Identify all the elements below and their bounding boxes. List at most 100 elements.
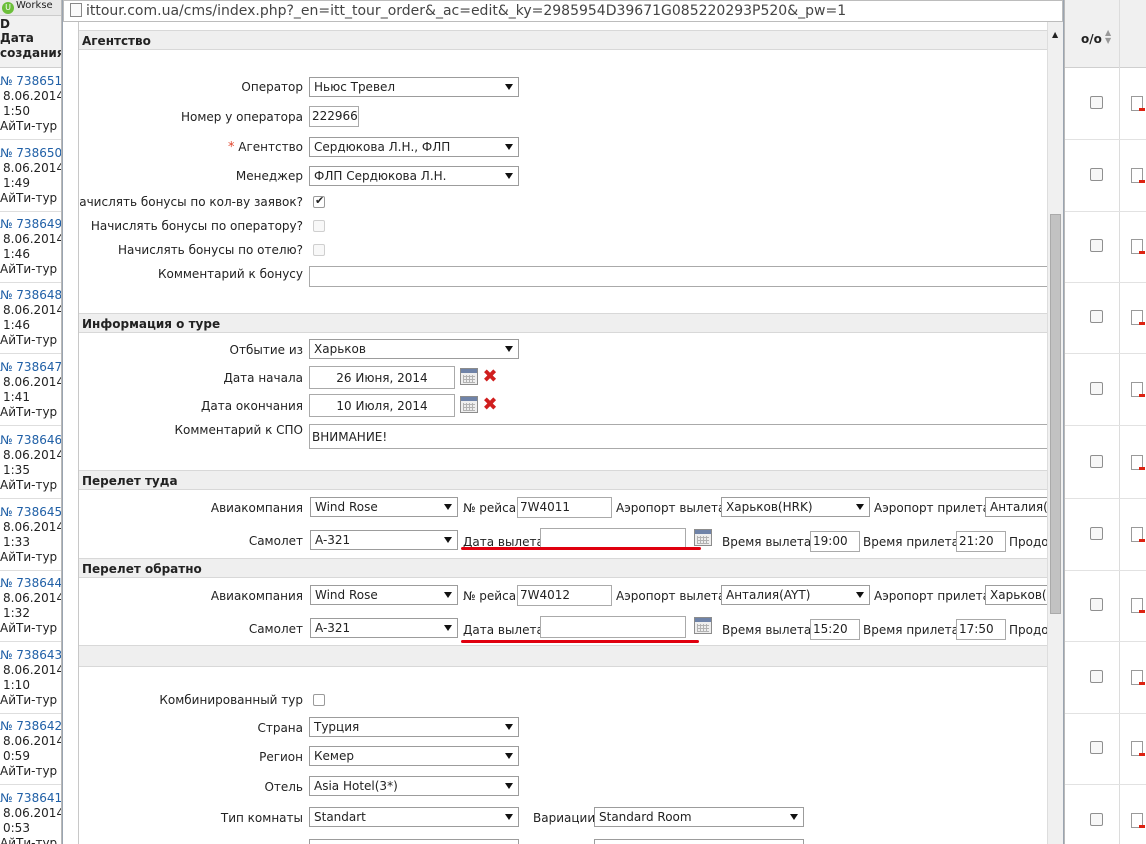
list-item[interactable]: № 738646 8.06.2014 1:35 АйТи-тур xyxy=(0,427,61,499)
order-number-link[interactable]: № 738643 xyxy=(0,648,61,663)
column-header-created[interactable]: D Дата создания xyxy=(0,16,61,68)
row-checkbox[interactable] xyxy=(1090,455,1103,468)
arrival-airport-select[interactable]: Харьков(H xyxy=(985,585,1047,605)
calendar-icon[interactable] xyxy=(460,396,478,413)
row-checkbox[interactable] xyxy=(1090,741,1103,754)
document-pdf-icon[interactable] xyxy=(1131,813,1145,828)
bonus-requests-checkbox[interactable] xyxy=(313,194,325,208)
list-item[interactable]: № 738641 8.06.2014 0:53 АйТи-тур xyxy=(0,785,61,844)
region-select[interactable]: Кемер xyxy=(309,746,519,766)
variations-select[interactable]: Standard Room xyxy=(594,807,804,827)
country-select[interactable]: Турция xyxy=(309,717,519,737)
departure-date-input[interactable] xyxy=(540,616,686,638)
document-pdf-icon[interactable] xyxy=(1131,239,1145,254)
document-pdf-icon[interactable] xyxy=(1131,96,1145,111)
spo-comment-input[interactable]: ВНИМАНИЕ! xyxy=(309,424,1047,449)
document-pdf-icon[interactable] xyxy=(1131,741,1145,756)
next-row-select[interactable] xyxy=(309,839,519,844)
start-date-input[interactable]: 26 Июня, 2014 xyxy=(309,366,455,389)
flight-number-input[interactable]: 7W4011 xyxy=(517,497,612,518)
order-number-link[interactable]: № 738648 xyxy=(0,288,61,303)
clear-date-icon[interactable]: ✖ xyxy=(481,368,499,386)
row-checkbox[interactable] xyxy=(1090,239,1103,252)
flight-number-input[interactable]: 7W4012 xyxy=(517,585,612,606)
order-number-link[interactable]: № 738651 xyxy=(0,74,61,89)
arrival-airport-value: Харьков(H xyxy=(990,588,1047,602)
page-icon xyxy=(70,3,82,17)
airline-select[interactable]: Wind Rose xyxy=(310,585,458,605)
bonus-hotel-checkbox[interactable] xyxy=(313,244,325,256)
workspace-tab[interactable]: U Workse xyxy=(0,0,61,16)
row-checkbox[interactable] xyxy=(1090,527,1103,540)
hotel-select[interactable]: Asia Hotel(3*) xyxy=(309,776,519,796)
list-item[interactable]: № 738644 8.06.2014 1:32 АйТи-тур xyxy=(0,570,61,642)
manager-value: ФЛП Сердюкова Л.Н. xyxy=(314,169,447,183)
next-row-select[interactable] xyxy=(594,839,804,844)
order-date: 8.06.2014 xyxy=(3,303,62,317)
scrollbar-thumb[interactable] xyxy=(1050,214,1061,614)
clear-date-icon[interactable]: ✖ xyxy=(481,396,499,414)
row-checkbox[interactable] xyxy=(1090,670,1103,683)
document-pdf-icon[interactable] xyxy=(1131,598,1145,613)
list-item[interactable]: № 738645 8.06.2014 1:33 АйТи-тур xyxy=(0,499,61,571)
row-checkbox[interactable] xyxy=(1090,310,1103,323)
room-type-select[interactable]: Standart xyxy=(309,807,519,827)
plane-select[interactable]: A-321 xyxy=(310,530,458,550)
airline-select[interactable]: Wind Rose xyxy=(310,497,458,517)
document-pdf-icon[interactable] xyxy=(1131,455,1145,470)
row-checkbox[interactable] xyxy=(1090,168,1103,181)
order-number-link[interactable]: № 738644 xyxy=(0,576,61,591)
order-number-link[interactable]: № 738645 xyxy=(0,505,61,520)
order-number-link[interactable]: № 738641 xyxy=(0,791,61,806)
plane-select[interactable]: A-321 xyxy=(310,618,458,638)
document-pdf-icon[interactable] xyxy=(1131,310,1145,325)
section-flight-back-header: Перелет обратно xyxy=(79,558,1047,578)
list-item[interactable]: № 738650 8.06.2014 1:49 АйТи-тур xyxy=(0,140,61,212)
sort-arrows-icon[interactable]: ▲ ▼ xyxy=(1105,29,1111,45)
document-pdf-icon[interactable] xyxy=(1131,527,1145,542)
document-pdf-icon[interactable] xyxy=(1131,168,1145,183)
arrival-time-input[interactable]: 21:20 xyxy=(956,531,1006,552)
order-number-link[interactable]: № 738647 xyxy=(0,360,61,375)
bonus-operator-checkbox[interactable] xyxy=(313,220,325,232)
document-pdf-icon[interactable] xyxy=(1131,670,1145,685)
end-date-input[interactable]: 10 Июля, 2014 xyxy=(309,394,455,417)
order-number-link[interactable]: № 738649 xyxy=(0,217,61,232)
combined-tour-checkbox[interactable] xyxy=(313,694,325,706)
list-item[interactable]: № 738647 8.06.2014 1:41 АйТи-тур xyxy=(0,354,61,426)
calendar-icon[interactable] xyxy=(694,529,712,546)
agency-select[interactable]: Сердюкова Л.Н., ФЛП xyxy=(309,137,519,157)
operator-select[interactable]: Ньюс Тревел xyxy=(309,77,519,97)
scroll-up-arrow-icon[interactable]: ▲ xyxy=(1052,30,1058,39)
departure-airport-select[interactable]: Харьков(HRK) xyxy=(721,497,870,517)
order-number-link[interactable]: № 738646 xyxy=(0,433,61,448)
list-item[interactable]: № 738651 8.06.2014 1:50 АйТи-тур xyxy=(0,68,61,140)
departure-city-select[interactable]: Харьков xyxy=(309,339,519,359)
departure-airport-select[interactable]: Анталия(AYT) xyxy=(721,585,870,605)
list-item[interactable]: № 738642 8.06.2014 0:59 АйТи-тур xyxy=(0,713,61,785)
list-item[interactable]: № 738649 8.06.2014 1:46 АйТи-тур xyxy=(0,211,61,283)
operator-number-label: Номер у оператора xyxy=(181,110,303,124)
document-pdf-icon[interactable] xyxy=(1131,382,1145,397)
row-checkbox[interactable] xyxy=(1090,382,1103,395)
list-item[interactable]: № 738648 8.06.2014 1:46 АйТи-тур xyxy=(0,282,62,354)
departure-time-input[interactable]: 19:00 xyxy=(810,531,860,552)
calendar-icon[interactable] xyxy=(460,368,478,385)
vertical-scrollbar[interactable]: ▲ xyxy=(1047,22,1063,844)
row-checkbox[interactable] xyxy=(1090,813,1103,826)
address-bar[interactable]: ittour.com.ua/cms/index.php?_en=itt_tour… xyxy=(63,0,1063,22)
bonus-comment-input[interactable] xyxy=(309,266,1047,287)
departure-time-input[interactable]: 15:20 xyxy=(810,619,860,640)
manager-select[interactable]: ФЛП Сердюкова Л.Н. xyxy=(309,166,519,186)
operator-number-input[interactable]: 222966 xyxy=(309,106,359,127)
arrival-time-input[interactable]: 17:50 xyxy=(956,619,1006,640)
order-number-link[interactable]: № 738642 xyxy=(0,719,61,734)
calendar-icon[interactable] xyxy=(694,617,712,634)
order-number-link[interactable]: № 738650 xyxy=(0,146,61,161)
airline-label: Авиакомпания xyxy=(210,501,303,515)
arrival-airport-select[interactable]: Анталия(А xyxy=(985,497,1047,517)
row-checkbox[interactable] xyxy=(1090,598,1103,611)
list-item[interactable]: № 738643 8.06.2014 1:10 АйТи-тур xyxy=(0,642,61,714)
row-checkbox[interactable] xyxy=(1090,96,1103,109)
column-header-oo[interactable]: о/о ▲ ▼ xyxy=(1065,0,1146,68)
